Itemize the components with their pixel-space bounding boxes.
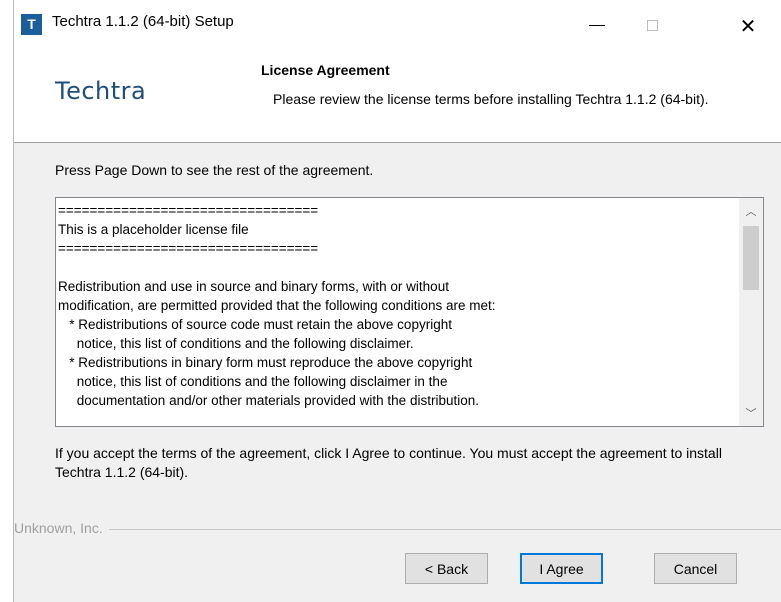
vendor-label: Unknown, Inc.: [14, 520, 109, 536]
chevron-down-icon: ﹀: [745, 407, 757, 420]
page-subtitle: Please review the license terms before i…: [273, 91, 709, 107]
back-button[interactable]: < Back: [405, 553, 488, 584]
close-icon: ✕: [739, 13, 757, 38]
minimize-button[interactable]: [574, 2, 620, 49]
license-text-area[interactable]: ================================= This i…: [55, 197, 764, 427]
maximize-button[interactable]: [629, 2, 675, 49]
close-button[interactable]: ✕: [725, 2, 771, 49]
header-banner: Techtra License Agreement Please review …: [14, 49, 781, 143]
footer-divider: Unknown, Inc.: [14, 520, 781, 536]
setup-window: T Techtra 1.1.2 (64-bit) Setup ✕ Techtra…: [13, 0, 781, 602]
divider-line: [14, 529, 781, 530]
maximize-icon: [646, 20, 658, 31]
chevron-up-icon: ︿: [745, 205, 757, 218]
scroll-up-button[interactable]: ︿: [739, 200, 763, 222]
brand-logo: Techtra: [55, 77, 147, 105]
scroll-down-button[interactable]: ﹀: [739, 402, 763, 424]
accept-instructions: If you accept the terms of the agreement…: [55, 445, 722, 480]
scroll-instruction: Press Page Down to see the rest of the a…: [55, 162, 374, 178]
agree-button[interactable]: I Agree: [520, 553, 603, 584]
title-bar[interactable]: T Techtra 1.1.2 (64-bit) Setup ✕: [14, 0, 781, 49]
page-title: License Agreement: [261, 62, 390, 78]
minimize-icon: [589, 25, 605, 26]
license-scrollbar[interactable]: ︿ ﹀: [739, 198, 763, 426]
cancel-button[interactable]: Cancel: [654, 553, 737, 584]
app-icon: T: [21, 14, 42, 35]
scroll-thumb[interactable]: [743, 226, 759, 290]
window-title: Techtra 1.1.2 (64-bit) Setup: [52, 13, 234, 30]
license-text[interactable]: ================================= This i…: [58, 201, 718, 410]
